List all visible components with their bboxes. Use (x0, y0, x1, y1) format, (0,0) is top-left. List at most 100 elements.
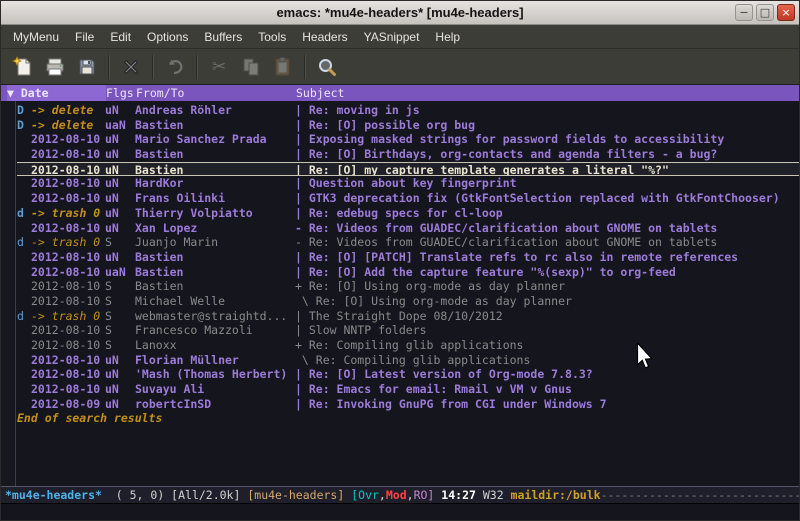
date-cell: -> trash 0 (31, 206, 105, 221)
flags-cell: uaN (105, 265, 135, 280)
message-row[interactable]: D -> delete uaN Bastien | Re: [O] possib… (17, 118, 799, 133)
echo-area[interactable] (1, 504, 799, 520)
column-header-date[interactable]: ▼ Date (7, 85, 106, 101)
menu-mymenu[interactable]: MyMenu (5, 26, 67, 48)
copy-button[interactable] (235, 53, 267, 81)
flags-cell: S (105, 338, 135, 353)
message-row[interactable]: 2012-08-10 S Michael Welle \ Re: [O] Usi… (17, 294, 799, 309)
date-cell: -> delete (31, 118, 105, 133)
message-row[interactable]: 2012-08-10 uN Suvayu Ali | Re: Emacs for… (17, 382, 799, 397)
maximize-button[interactable]: □ (756, 4, 774, 21)
new-file-icon (12, 56, 34, 78)
message-row[interactable]: 2012-08-10 S Lanoxx + Re: Compiling glib… (17, 338, 799, 353)
message-row[interactable]: 2012-08-10 uN Mario Sanchez Prada | Expo… (17, 132, 799, 147)
message-row[interactable]: d -> trash 0 S webmaster@straightd... | … (17, 309, 799, 324)
mark-cell: d (17, 206, 31, 221)
message-row[interactable]: 2012-08-10 uaN Bastien | Re: [O] Add the… (17, 265, 799, 280)
subject-cell: - Re: Videos from GUADEC/clarification a… (295, 221, 799, 236)
message-row[interactable]: 2012-08-10 uN 'Mash (Thomas Herbert) | R… (17, 367, 799, 382)
subject-cell: | Re: [O] Add the capture feature "%(sex… (295, 265, 799, 280)
mark-cell: d (17, 235, 31, 250)
menu-buffers[interactable]: Buffers (196, 26, 250, 48)
from-cell: webmaster@straightd... (135, 309, 295, 324)
from-cell: robertcInSD (135, 397, 295, 412)
menu-edit[interactable]: Edit (102, 26, 139, 48)
message-row[interactable]: 2012-08-10 S Francesco Mazzoli | Slow NN… (17, 323, 799, 338)
print-button[interactable] (39, 53, 71, 81)
column-header-subject[interactable]: Subject (296, 85, 799, 101)
message-row[interactable]: d -> trash 0 uN Thierry Volpiatto | Re: … (17, 206, 799, 221)
date-cell: 2012-08-10 (31, 176, 105, 191)
modeline-segment-plain: ( 5, 0) [All/2.0k] (102, 488, 247, 502)
subject-cell: | Re: [O] my capture template generates … (295, 163, 799, 176)
modeline-segment-mod: Mod (386, 488, 407, 502)
emacs-window: emacs: *mu4e-headers* [mu4e-headers] − □… (0, 0, 800, 521)
date-cell: 2012-08-10 (31, 338, 105, 353)
menu-file[interactable]: File (67, 26, 102, 48)
message-row[interactable]: d -> trash 0 S Juanjo Marin - Re: Videos… (17, 235, 799, 250)
search-button[interactable] (311, 53, 343, 81)
save-button[interactable] (71, 53, 103, 81)
date-cell: -> delete (31, 103, 105, 118)
from-cell: Mario Sanchez Prada (135, 132, 295, 147)
from-cell: Xan Lopez (135, 221, 295, 236)
cut-button[interactable]: ✂ (203, 53, 235, 81)
undo-button[interactable] (159, 53, 191, 81)
mode-line[interactable]: *mu4e-headers* ( 5, 0) [All/2.0k] [mu4e-… (1, 486, 799, 504)
menu-help[interactable]: Help (427, 26, 468, 48)
subject-cell: | Re: Emacs for email: Rmail v VM v Gnus (295, 382, 799, 397)
search-icon (316, 56, 338, 78)
column-header-flags[interactable]: Flgs (106, 85, 136, 101)
print-icon (44, 56, 66, 78)
from-cell: Bastien (135, 118, 295, 133)
scrollbar[interactable] (1, 101, 16, 486)
column-header-from[interactable]: From/To (136, 85, 296, 101)
modeline-segment-minor: [mu4e-headers] (247, 488, 344, 502)
message-row[interactable]: 2012-08-10 uN Xan Lopez - Re: Videos fro… (17, 221, 799, 236)
close-buffer-button[interactable] (115, 53, 147, 81)
subject-cell: | GTK3 deprecation fix (GtkFontSelection… (295, 191, 799, 206)
message-row[interactable]: 2012-08-10 uN Florian Müllner \ Re: Comp… (17, 353, 799, 368)
from-cell: Bastien (135, 163, 295, 176)
mark-cell (17, 338, 31, 353)
message-row[interactable]: 2012-08-10 uN HardKor | Question about k… (17, 176, 799, 191)
mark-cell (17, 132, 31, 147)
date-cell: 2012-08-10 (31, 250, 105, 265)
date-cell: 2012-08-10 (31, 221, 105, 236)
message-row[interactable]: D -> delete uN Andreas Röhler | Re: movi… (17, 103, 799, 118)
mark-cell (17, 353, 31, 368)
mark-cell (17, 323, 31, 338)
window-controls: − □ × (735, 4, 795, 21)
from-cell: Bastien (135, 250, 295, 265)
message-row[interactable]: 2012-08-10 uN Bastien | Re: [O] my captu… (17, 162, 799, 177)
flags-cell: S (105, 279, 135, 294)
flags-cell: S (105, 309, 135, 324)
message-row[interactable]: 2012-08-10 uN Bastien | Re: [O] [PATCH] … (17, 250, 799, 265)
message-row[interactable]: 2012-08-10 uN Frans Oilinki | GTK3 depre… (17, 191, 799, 206)
date-cell: 2012-08-10 (31, 191, 105, 206)
menu-bar: MyMenuFileEditOptionsBuffersToolsHeaders… (1, 25, 799, 49)
menu-yasnippet[interactable]: YASnippet (356, 26, 428, 48)
flags-cell: uN (105, 147, 135, 162)
message-row[interactable]: 2012-08-10 S Bastien + Re: [O] Using org… (17, 279, 799, 294)
date-cell: 2012-08-10 (31, 132, 105, 147)
date-cell: -> trash 0 (31, 309, 105, 324)
menu-options[interactable]: Options (139, 26, 196, 48)
mark-cell (17, 176, 31, 191)
close-button[interactable]: × (777, 4, 795, 21)
subject-cell: | Re: edebug specs for cl-loop (295, 206, 799, 221)
from-cell: Frans Oilinki (135, 191, 295, 206)
message-row[interactable]: 2012-08-10 uN Bastien | Re: [O] Birthday… (17, 147, 799, 162)
paste-button[interactable] (267, 53, 299, 81)
minimize-button[interactable]: − (735, 4, 753, 21)
title-bar[interactable]: emacs: *mu4e-headers* [mu4e-headers] − □… (1, 1, 799, 25)
date-cell: 2012-08-10 (31, 323, 105, 338)
message-row[interactable]: 2012-08-09 uN robertcInSD | Re: Invoking… (17, 397, 799, 412)
subject-cell: + Re: Compiling glib applications (295, 338, 799, 353)
new-file-button[interactable] (7, 53, 39, 81)
subject-cell: \ Re: Compiling glib applications (295, 353, 799, 368)
undo-icon (164, 56, 186, 78)
mark-cell (17, 265, 31, 280)
menu-tools[interactable]: Tools (250, 26, 294, 48)
menu-headers[interactable]: Headers (294, 26, 355, 48)
